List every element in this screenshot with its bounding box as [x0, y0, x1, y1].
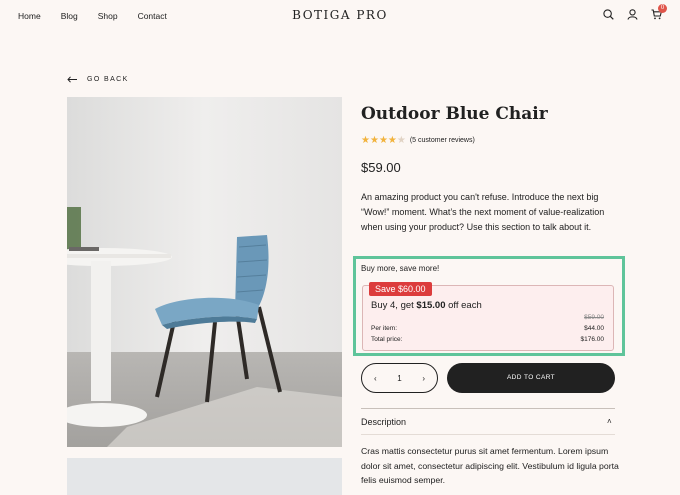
go-back-link[interactable]: GO BACK: [67, 76, 129, 83]
bulk-offer-prefix: Buy 4, get: [371, 300, 417, 311]
product-title: Outdoor Blue Chair: [361, 104, 548, 124]
bulk-heading: Buy more, save more!: [361, 264, 440, 273]
total-price-value: $176.00: [580, 336, 605, 343]
product-image-secondary[interactable]: [67, 458, 342, 495]
save-badge: Save $60.00: [369, 282, 432, 296]
rating-stars: ★★★★★: [361, 135, 406, 146]
product-description: An amazing product you can't refuse. Int…: [361, 192, 605, 233]
star-icon: ★: [369, 135, 379, 146]
star-icon: ★: [361, 135, 370, 146]
product-price: $59.00: [361, 160, 401, 175]
star-icon: ★: [378, 135, 388, 146]
per-item-value: $44.00: [584, 325, 604, 332]
decrease-qty-button[interactable]: ‹: [374, 374, 377, 383]
quantity-value[interactable]: 1: [397, 374, 401, 383]
star-icon: ★: [387, 135, 397, 146]
search-icon[interactable]: [603, 9, 614, 20]
chevron-up-icon[interactable]: ˄: [607, 417, 612, 426]
total-price-label: Total price:: [371, 336, 403, 343]
divider: [361, 408, 615, 409]
per-item-label: Per item:: [371, 325, 398, 332]
product-image-main[interactable]: [67, 97, 342, 447]
header-icons: 0: [603, 4, 667, 20]
increase-qty-button[interactable]: ›: [422, 374, 425, 383]
go-back-label: GO BACK: [87, 76, 129, 83]
accordion-description-title[interactable]: Description: [361, 417, 406, 427]
account-icon[interactable]: [627, 9, 638, 20]
bulk-offer-suffix: off each: [445, 300, 482, 311]
cart-count-badge: 0: [658, 4, 667, 13]
bulk-old-price: $59.00: [584, 314, 604, 321]
chair-scene-illustration: [67, 97, 342, 447]
product-rating: ★★★★★ (5 customer reviews): [361, 135, 475, 146]
quantity-stepper: ‹ 1 ›: [361, 363, 438, 393]
site-logo[interactable]: BOTIGA PRO: [0, 8, 680, 22]
accordion-description-body: Cras mattis consectetur purus sit amet f…: [361, 446, 619, 485]
star-empty-icon: ★: [396, 135, 406, 146]
bulk-offer-text: Buy 4, get $15.00 off each: [371, 300, 482, 311]
bulk-offer-amount: $15.00: [416, 300, 446, 311]
arrow-left-icon: [67, 76, 77, 83]
reviews-link[interactable]: (5 customer reviews): [410, 137, 475, 144]
cart-icon[interactable]: 0: [651, 4, 667, 20]
add-to-cart-button[interactable]: ADD TO CART: [447, 363, 615, 393]
divider: [361, 434, 615, 435]
